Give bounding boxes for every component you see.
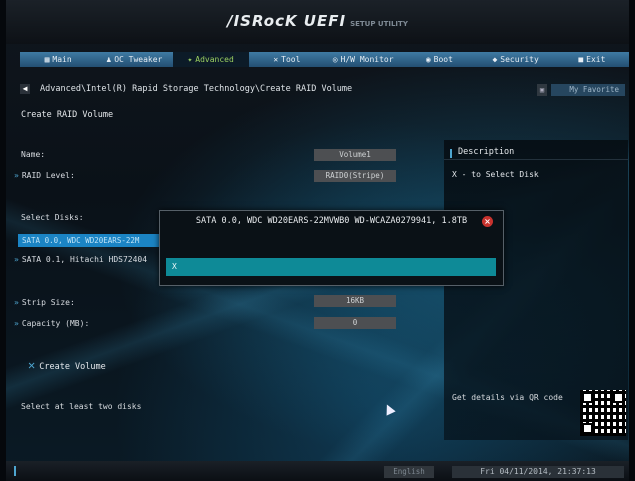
- select-disks-label: Select Disks:: [21, 213, 84, 222]
- tab-oc-tweaker[interactable]: ♟ OC Tweaker: [96, 52, 172, 67]
- my-favorite-button[interactable]: ▣ My Favorite: [537, 84, 625, 96]
- breadcrumb-text: Advanced\Intel(R) Rapid Storage Technolo…: [40, 84, 353, 94]
- name-label[interactable]: Name:: [21, 150, 45, 159]
- qr-code-icon: [580, 390, 626, 436]
- tab-exit[interactable]: ■ Exit: [554, 52, 629, 67]
- advanced-icon: ✦: [187, 55, 193, 64]
- raid-level-label[interactable]: » RAID Level:: [14, 171, 75, 180]
- main-tabs: ▦ Main ♟ OC Tweaker ✦ Advanced ✕ Tool ◎ H/W M…: [20, 52, 629, 67]
- person-icon: ♟: [106, 55, 112, 64]
- bullet-icon: »: [14, 298, 19, 307]
- shield-icon: ◆: [492, 55, 498, 64]
- lock-icon[interactable]: ▣: [537, 84, 547, 96]
- qr-label: Get details via QR code: [452, 393, 563, 402]
- raid-level-select[interactable]: RAID0(Stripe): [314, 170, 396, 182]
- disk-item-sata-0-1[interactable]: » SATA 0.1, Hitachi HDS72404: [14, 255, 147, 264]
- bullet-icon: »: [14, 171, 19, 180]
- tab-tool[interactable]: ✕ Tool: [249, 52, 325, 67]
- page-title: Create RAID Volume: [21, 110, 114, 120]
- menu-icon: ▦: [44, 55, 50, 64]
- tool-x-icon: ✕: [28, 358, 36, 372]
- strip-size-label[interactable]: » Strip Size:: [14, 298, 75, 307]
- top-bar: /ISRocK UEFI SETUP UTILITY: [6, 0, 629, 44]
- popup-option-x[interactable]: X: [166, 258, 496, 276]
- name-field[interactable]: Volume1: [314, 149, 396, 161]
- uefi-window: /ISRocK UEFI SETUP UTILITY ▦ Main ♟ OC Twea…: [6, 0, 629, 481]
- tab-main[interactable]: ▦ Main: [20, 52, 96, 67]
- language-button[interactable]: English: [384, 466, 434, 478]
- monitor-icon: ◎: [332, 55, 338, 64]
- tab-security[interactable]: ◆ Security: [478, 52, 554, 67]
- bullet-icon: »: [14, 319, 19, 328]
- brand-subtitle: SETUP UTILITY: [350, 20, 408, 28]
- tab-advanced[interactable]: ✦ Advanced: [172, 52, 249, 67]
- tool-icon: ✕: [273, 55, 279, 64]
- brand-text: /ISRocK UEFI: [227, 12, 347, 30]
- datetime-display: Fri 04/11/2014, 21:37:13: [452, 466, 624, 478]
- hint-text: Select at least two disks: [21, 402, 142, 411]
- close-icon[interactable]: ×: [482, 216, 493, 227]
- capacity-label[interactable]: » Capacity (MB):: [14, 319, 89, 328]
- description-panel: Description X - to Select Disk Get detai…: [444, 140, 628, 440]
- disk-item-sata-0-0[interactable]: SATA 0.0, WDC WD20EARS-22M: [18, 234, 163, 247]
- boot-icon: ◉: [425, 55, 431, 64]
- description-title: Description: [444, 147, 628, 160]
- exit-icon: ■: [578, 55, 584, 64]
- disk-select-popup: SATA 0.0, WDC WD20EARS-22MVWB0 WD-WCAZA0…: [159, 210, 504, 286]
- bullet-icon: »: [14, 255, 19, 264]
- tab-boot[interactable]: ◉ Boot: [401, 52, 477, 67]
- create-volume-button[interactable]: ✕ Create Volume: [28, 358, 106, 372]
- brand-logo: /ISRocK UEFI SETUP UTILITY: [6, 12, 629, 30]
- capacity-field[interactable]: 0: [314, 317, 396, 329]
- back-arrow-icon[interactable]: ◀: [20, 84, 30, 94]
- status-marker: [14, 466, 16, 476]
- popup-title: SATA 0.0, WDC WD20EARS-22MVWB0 WD-WCAZA0…: [195, 216, 468, 226]
- strip-size-select[interactable]: 16KB: [314, 295, 396, 307]
- tab-hw-monitor[interactable]: ◎ H/W Monitor: [325, 52, 401, 67]
- description-text: X - to Select Disk: [452, 170, 539, 179]
